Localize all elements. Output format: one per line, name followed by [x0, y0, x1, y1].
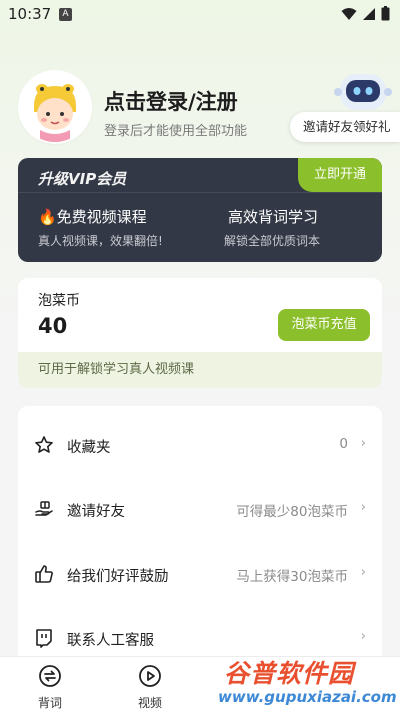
watermark-url: www.gupuxiazai.com: [218, 688, 397, 706]
menu-item-value: 马上获得30泡菜币: [236, 569, 348, 585]
tab-label: 视频: [137, 696, 162, 710]
menu-card: 收藏夹 0 › 邀请好友 可得最少80泡菜币 › 给我们好评鼓励 马上获得30泡…: [18, 406, 382, 666]
menu-item-favorites[interactable]: 收藏夹 0 ›: [18, 425, 382, 465]
menu-item-value: 0: [339, 436, 348, 452]
coin-recharge-button[interactable]: 泡菜币充值: [278, 309, 370, 341]
coin-footer-note: 可用于解锁学习真人视频课: [18, 352, 382, 388]
menu-item-label: 收藏夹: [67, 440, 111, 456]
login-subtitle: 登录后才能使用全部功能: [104, 124, 248, 139]
play-circle-icon: [139, 665, 161, 687]
watermark-brand: 谷普软件园: [224, 659, 355, 688]
tab-vocabulary[interactable]: 背词: [22, 664, 78, 711]
vip-card[interactable]: 升级VIP会员 立即开通 🔥免费视频课程 真人视频课，效果翻倍! 高效背词学习 …: [18, 158, 382, 262]
chevron-right-icon: ›: [360, 565, 366, 580]
coin-label: 泡菜币: [38, 293, 80, 309]
status-bar: 10:37 A: [0, 0, 400, 30]
swap-circle-icon: [39, 665, 61, 687]
coin-balance: 40: [38, 314, 68, 338]
gift-hand-icon: [35, 501, 53, 516]
chevron-right-icon: ›: [360, 500, 366, 515]
battery-icon: [381, 6, 390, 21]
menu-item-invite-friends[interactable]: 邀请好友 可得最少80泡菜币 ›: [18, 489, 382, 529]
signal-icon: [363, 7, 375, 20]
menu-item-label: 给我们好评鼓励: [67, 569, 169, 585]
vip-open-button[interactable]: 立即开通: [298, 158, 382, 192]
watermark: 谷普软件园 www.gupuxiazai.com: [216, 652, 400, 712]
notification-icon: A: [59, 8, 72, 21]
menu-item-rate-us[interactable]: 给我们好评鼓励 马上获得30泡菜币 ›: [18, 554, 382, 594]
vip-divider: [18, 192, 382, 193]
support-chat-icon: [36, 629, 52, 648]
system-icons: [341, 6, 390, 21]
login-title[interactable]: 点击登录/注册: [104, 86, 238, 116]
thumbs-up-icon: [35, 565, 53, 583]
tab-label: 背词: [37, 696, 62, 710]
vip-feature-subtitle: 真人视频课，效果翻倍!: [38, 234, 163, 248]
menu-item-label: 邀请好友: [67, 504, 125, 520]
avatar[interactable]: [20, 72, 90, 142]
star-icon: [35, 436, 53, 453]
chevron-right-icon: ›: [360, 436, 366, 451]
coin-card: 泡菜币 40 泡菜币充值 可用于解锁学习真人视频课: [18, 278, 382, 388]
tab-video[interactable]: 视频: [122, 664, 178, 711]
menu-item-value: 可得最少80泡菜币: [236, 504, 348, 520]
invite-friends-pill[interactable]: 邀请好友领好礼: [290, 112, 400, 142]
menu-item-label: 联系人工客服: [67, 633, 154, 649]
robot-mascot-icon: [334, 74, 392, 110]
vip-feature-subtitle: 解锁全部优质词本: [224, 234, 321, 248]
chevron-right-icon: ›: [360, 629, 366, 644]
avatar-kid-icon: [20, 72, 90, 142]
vip-feature-title: 🔥免费视频课程: [38, 208, 147, 226]
vip-feature-title: 高效背词学习: [228, 208, 319, 226]
status-time: 10:37: [8, 5, 52, 23]
vip-title: 升级VIP会员: [38, 170, 127, 188]
wifi-icon: [341, 7, 357, 20]
